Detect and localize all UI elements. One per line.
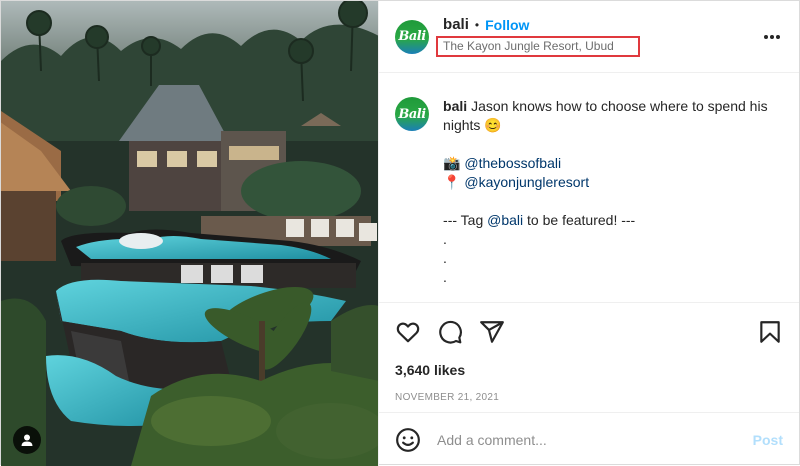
paper-plane-icon[interactable] bbox=[479, 319, 505, 345]
caption-line-credit: 📸 @thebossofbali bbox=[443, 154, 783, 173]
caption-text: bali Jason knows how to choose where to … bbox=[443, 97, 783, 287]
smile-emoji: 😊 bbox=[484, 117, 502, 133]
mention-bali[interactable]: @bali bbox=[487, 212, 523, 228]
header-top-row: bali • Follow bbox=[443, 16, 640, 33]
more-options-button[interactable] bbox=[763, 27, 781, 45]
caption-dot-2: . bbox=[443, 250, 447, 266]
emoji-icon[interactable] bbox=[395, 427, 421, 453]
instagram-post: Bali bali • Follow The Kayon Jungle Reso… bbox=[0, 0, 800, 466]
post-date[interactable]: NOVEMBER 21, 2021 bbox=[379, 392, 799, 412]
location-link[interactable]: The Kayon Jungle Resort, Ubud bbox=[436, 36, 640, 57]
tag-prefix: --- Tag bbox=[443, 212, 488, 228]
caption-row: Bali bali Jason knows how to choose wher… bbox=[395, 97, 783, 287]
separator-dot: • bbox=[474, 17, 480, 32]
caption-dot-1: . bbox=[443, 231, 447, 247]
caption-area: Bali bali Jason knows how to choose wher… bbox=[379, 73, 799, 302]
follow-button[interactable]: Follow bbox=[485, 17, 529, 33]
caption-line-location: 📍 @kayonjungleresort bbox=[443, 173, 783, 192]
caption-username[interactable]: bali bbox=[443, 98, 467, 114]
pin-emoji: 📍 bbox=[443, 174, 461, 190]
likes-count[interactable]: 3,640 likes bbox=[379, 360, 799, 380]
ellipsis-icon bbox=[764, 35, 780, 39]
comment-composer: Post bbox=[379, 412, 799, 466]
bookmark-icon[interactable] bbox=[757, 319, 783, 345]
mention-thebossofbali[interactable]: @thebossofbali bbox=[464, 155, 561, 171]
comment-input[interactable] bbox=[437, 431, 753, 448]
username-link[interactable]: bali bbox=[443, 16, 469, 33]
post-details-pane: Bali bali • Follow The Kayon Jungle Reso… bbox=[378, 1, 799, 466]
post-comment-button[interactable]: Post bbox=[753, 432, 783, 448]
tag-suffix: to be featured! --- bbox=[523, 212, 636, 228]
avatar[interactable]: Bali bbox=[395, 19, 430, 54]
caption-avatar[interactable]: Bali bbox=[395, 97, 430, 131]
camera-emoji: 📸 bbox=[443, 155, 461, 171]
heart-icon[interactable] bbox=[395, 319, 421, 345]
tagged-users-button[interactable] bbox=[13, 426, 41, 454]
caption-dot-3: . bbox=[443, 269, 447, 285]
header-text: bali • Follow The Kayon Jungle Resort, U… bbox=[436, 16, 640, 57]
action-bar bbox=[379, 302, 799, 360]
person-icon bbox=[21, 434, 33, 446]
post-photo[interactable] bbox=[1, 1, 379, 466]
avatar-logo-text: Bali bbox=[398, 29, 426, 44]
mention-kayonjungleresort[interactable]: @kayonjungleresort bbox=[464, 174, 589, 190]
caption-line-tag: --- Tag @bali to be featured! --- bbox=[443, 211, 783, 230]
caption-line-1: bali Jason knows how to choose where to … bbox=[443, 97, 783, 135]
comment-icon[interactable] bbox=[437, 319, 463, 345]
post-header: Bali bali • Follow The Kayon Jungle Reso… bbox=[379, 1, 799, 73]
avatar-logo-text: Bali bbox=[398, 106, 426, 122]
resort-photo-illustration bbox=[1, 1, 379, 466]
